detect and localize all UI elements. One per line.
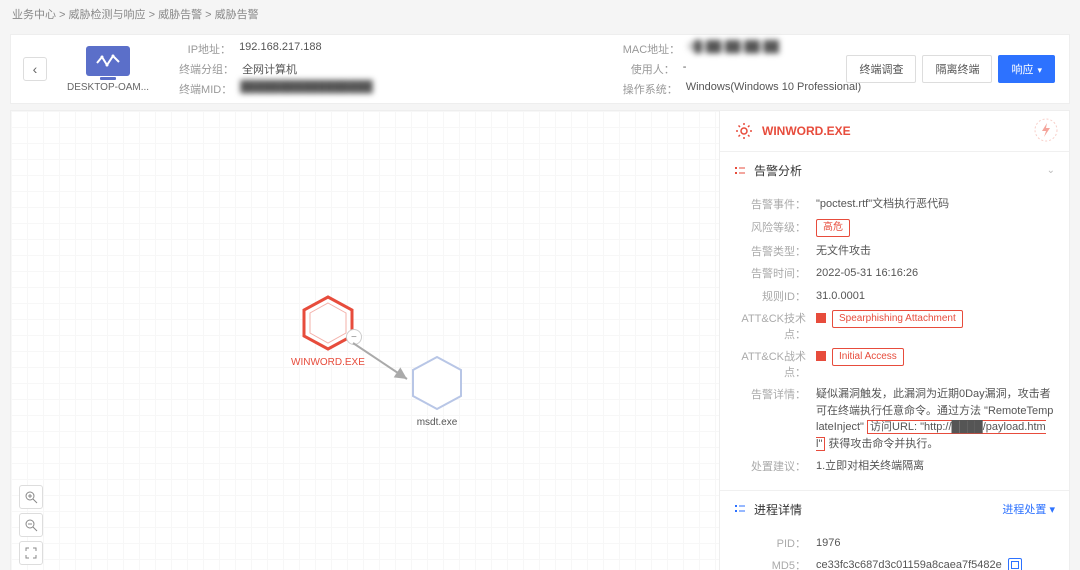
crumb-2[interactable]: 威胁告警 [158,9,202,21]
node-msdt-label: msdt.exe [417,417,458,428]
kv-label: 告警时间： [734,265,806,281]
attack-tag[interactable]: Spearphishing Attachment [832,310,963,328]
lightning-icon [1033,117,1059,146]
host-info-right: MAC地址： 0█-██-██-██-██ 使用人：- 操作系统： Windows(… [623,41,871,97]
respond-button[interactable]: 响应▾ [998,55,1055,83]
kv-value: 2022-05-31 16:16:26 [816,265,1055,282]
ip-label: IP地址： [179,41,231,57]
attack-tag[interactable]: Initial Access [832,348,904,366]
square-icon [816,313,826,323]
chevron-down-icon: ▾ [1037,65,1042,75]
zoom-out-button[interactable] [19,513,43,537]
kv-label: ATT&CK战术点： [734,348,806,380]
host-name: DESKTOP-OAM... [67,82,149,93]
kv-label: 处置建议： [734,458,806,474]
crumb-0[interactable]: 业务中心 [12,9,56,21]
panel-title: WINWORD.EXE [762,124,851,138]
kv-label: PID： [734,535,806,551]
mid-label: 终端MID： [179,81,232,97]
group-label: 终端分组： [179,61,234,77]
os-value: Windows(Windows 10 Professional) [686,81,861,97]
mac-value: 0█-██-██-██-██ [688,41,779,57]
header-bar: ‹ DESKTOP-OAM... IP地址： 192.168.217.188 终端… [10,34,1070,104]
adjust-button[interactable]: 终端调查 [846,55,916,83]
mac-label: MAC地址： [623,41,680,57]
kv-label: 告警事件： [734,196,806,212]
node-msdt[interactable]: msdt.exe [409,355,465,428]
crumb-3[interactable]: 威胁告警 [215,9,259,21]
kv-value: ce33fc3c687d3c01159a8caea7f5482e [816,557,1055,570]
risk-tag: 高危 [816,219,850,237]
side-panel: WINWORD.EXE 告警分析 ⌄ 告警事件： "poctest.rtf"文档执… [720,110,1070,570]
kv-label: 规则ID： [734,288,806,304]
chevron-down-icon: ⌄ [1047,165,1055,176]
analysis-list: 告警事件： "poctest.rtf"文档执行恶代码 风险等级： 高危 告警类型： 无… [720,189,1069,490]
process-action-link[interactable]: 进程处置 ▾ [1002,501,1055,517]
process-list: PID： 1976 MD5： ce33fc3c687d3c01159a8caea7f… [720,528,1069,570]
ip-value: 192.168.217.188 [239,41,322,57]
section-analysis-title: 告警分析 [754,162,1039,179]
square-icon [816,351,826,361]
os-label: 操作系统： [623,81,678,97]
zoom-in-button[interactable] [19,485,43,509]
kv-value: 1.立即对相关终端隔离 [816,458,1055,475]
back-button[interactable]: ‹ [23,57,47,81]
section-process-head[interactable]: 进程详情 进程处置 ▾ [720,491,1069,528]
kv-label: 风险等级： [734,219,806,235]
kv-value: 31.0.0001 [816,288,1055,305]
gear-icon [734,121,754,141]
kv-label: 告警详情： [734,386,806,402]
list-icon [734,503,746,515]
copy-icon[interactable] [1008,558,1022,570]
group-value: 全网计算机 [242,61,297,77]
kv-value: 1976 [816,535,1055,552]
fullscreen-button[interactable] [19,541,43,565]
user-label: 使用人： [623,61,675,77]
user-value: - [683,61,687,77]
section-process-title: 进程详情 [754,501,994,518]
isolate-button[interactable]: 隔离终端 [922,55,992,83]
kv-value: "poctest.rtf"文档执行恶代码 [816,196,1055,213]
list-icon [734,165,746,177]
kv-label: ATT&CK技术点： [734,310,806,342]
kv-value: 疑似漏洞触发，此漏洞为近期0Day漏洞，攻击者可在终端执行任意命令。通过方法 "… [816,386,1055,452]
breadcrumb: 业务中心 > 威胁检测与响应 > 威胁告警 > 威胁告警 [0,0,1080,28]
chevron-down-icon: ▾ [1049,504,1055,516]
kv-label: 告警类型： [734,243,806,259]
host-block: DESKTOP-OAM... [67,46,149,93]
mid-value: █████████████████ [240,81,373,97]
graph-area[interactable]: − WINWORD.EXE msdt.exe [10,110,720,570]
crumb-1[interactable]: 威胁检测与响应 [69,9,146,21]
host-info-left: IP地址： 192.168.217.188 终端分组： 全网计算机 终端MID： ██… [179,41,403,97]
kv-value: 无文件攻击 [816,243,1055,260]
monitor-icon [86,46,130,76]
section-analysis-head[interactable]: 告警分析 ⌄ [720,152,1069,189]
kv-label: MD5： [734,557,806,570]
